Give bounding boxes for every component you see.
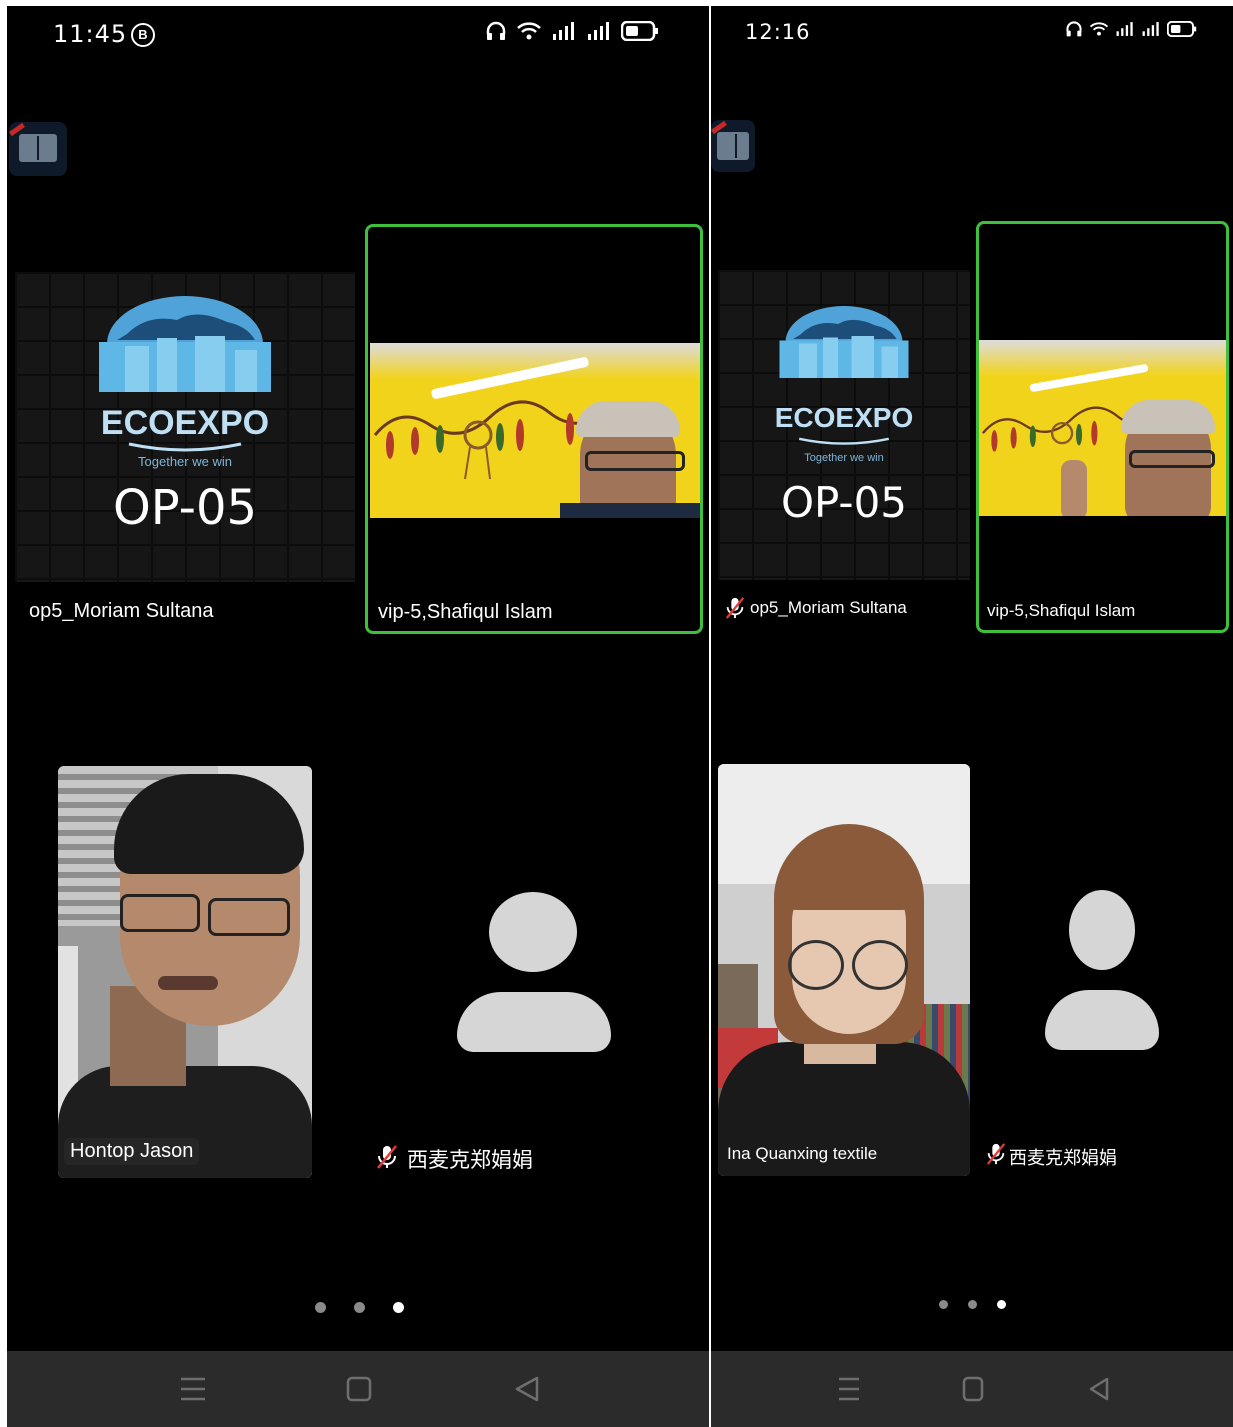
signal-icon-2 xyxy=(1142,22,1159,36)
page-dot-1[interactable] xyxy=(939,1300,948,1309)
status-time: 11:45 xyxy=(53,20,128,48)
participant-name: op5_Moriam Sultana xyxy=(750,598,907,617)
ecoexpo-tagline: Together we win xyxy=(138,454,232,469)
home-icon[interactable] xyxy=(957,1373,989,1405)
back-icon[interactable] xyxy=(1083,1373,1115,1405)
wifi-icon xyxy=(517,22,541,40)
participant-name: vip-5,Shafiqul Islam xyxy=(378,601,553,623)
user-video xyxy=(58,766,312,1178)
mic-muted-icon xyxy=(377,1145,397,1169)
avatar-head xyxy=(1069,890,1135,970)
presenter-tile[interactable]: ECOEXPO Together we win OP-05 op5_Moriam… xyxy=(718,270,970,632)
ecoexpo-wordmark: ECOEXPO xyxy=(100,404,270,442)
status-time: 12:16 xyxy=(745,20,811,44)
active-speaker-tile[interactable]: vip-5,Shafiqul Islam xyxy=(365,224,703,634)
avatar-user-tile[interactable]: 西麦克郑娟娟 xyxy=(981,764,1229,1176)
back-icon[interactable] xyxy=(511,1373,543,1405)
status-bar: 11:45 B xyxy=(7,6,709,62)
home-icon[interactable] xyxy=(343,1373,375,1405)
participant-name: Hontop Jason xyxy=(64,1138,200,1165)
participant-name: op5_Moriam Sultana xyxy=(29,600,214,622)
menu-icon[interactable] xyxy=(177,1373,209,1405)
notification-icon: B xyxy=(131,23,155,47)
page-dot-2[interactable] xyxy=(968,1300,977,1309)
speaker-video xyxy=(979,340,1226,516)
participant-name: 西麦克郑娟娟 xyxy=(407,1148,533,1172)
globe-logo-icon xyxy=(779,306,909,378)
status-icons xyxy=(485,20,659,42)
page-dot-3-active[interactable] xyxy=(393,1302,404,1313)
page-indicator[interactable] xyxy=(315,1302,404,1313)
avatar-body xyxy=(457,992,611,1052)
booth-code: OP-05 xyxy=(780,478,908,527)
battery-icon xyxy=(1167,21,1197,37)
left-phone-screen: 11:45 B ECOEXPO Together we win OP-05 op… xyxy=(7,6,709,1427)
video-user-tile[interactable]: Ina Quanxing textile xyxy=(718,764,970,1176)
page-dot-3-active[interactable] xyxy=(997,1300,1006,1309)
signal-icon-2 xyxy=(588,22,609,40)
status-icons xyxy=(1065,20,1197,38)
system-nav-bar xyxy=(7,1351,709,1427)
presenter-tile[interactable]: ECOEXPO Together we win OP-05 op5_Moriam… xyxy=(15,272,355,636)
battery-icon xyxy=(621,21,658,41)
ecoexpo-tagline: Together we win xyxy=(804,452,884,464)
avatar-head xyxy=(489,892,577,972)
avatar-body xyxy=(1045,990,1159,1050)
menu-icon[interactable] xyxy=(833,1373,865,1405)
status-bar: 12:16 xyxy=(711,6,1233,62)
page-dot-1[interactable] xyxy=(315,1302,326,1313)
logo-swoosh-icon xyxy=(128,442,242,452)
speaker-video xyxy=(370,343,700,518)
participant-name: vip-5,Shafiqul Islam xyxy=(987,601,1136,620)
participant-name: Ina Quanxing textile xyxy=(727,1144,878,1163)
logo-swoosh-icon xyxy=(798,437,890,445)
book-app-icon[interactable] xyxy=(711,120,755,172)
headphones-icon xyxy=(486,21,506,40)
page-indicator[interactable] xyxy=(939,1300,1006,1309)
globe-logo-icon xyxy=(99,296,271,392)
participant-name: 西麦克郑娟娟 xyxy=(1009,1148,1117,1169)
video-user-tile[interactable]: Hontop Jason xyxy=(58,766,312,1178)
ecoexpo-wordmark: ECOEXPO xyxy=(774,402,914,433)
mic-muted-icon xyxy=(725,597,745,619)
signal-icon xyxy=(1116,22,1133,36)
headphones-icon xyxy=(1066,21,1082,37)
ecoexpo-logo-image: ECOEXPO Together we win OP-05 xyxy=(15,272,355,582)
active-speaker-tile[interactable]: vip-5,Shafiqul Islam xyxy=(976,221,1229,633)
booth-code: OP-05 xyxy=(112,480,258,536)
signal-icon xyxy=(553,22,574,40)
page-dot-2[interactable] xyxy=(354,1302,365,1313)
system-nav-bar xyxy=(711,1351,1233,1427)
book-app-icon[interactable] xyxy=(9,122,67,176)
ecoexpo-logo-image: ECOEXPO Together we win OP-05 xyxy=(718,270,970,580)
right-phone-screen: 12:16 ECOEXPO Together we win OP-05 op5_… xyxy=(711,6,1233,1427)
mic-muted-icon xyxy=(986,1143,1006,1165)
user-video xyxy=(718,764,970,1176)
wifi-icon xyxy=(1089,22,1109,36)
avatar-user-tile[interactable]: 西麦克郑娟娟 xyxy=(367,766,701,1178)
